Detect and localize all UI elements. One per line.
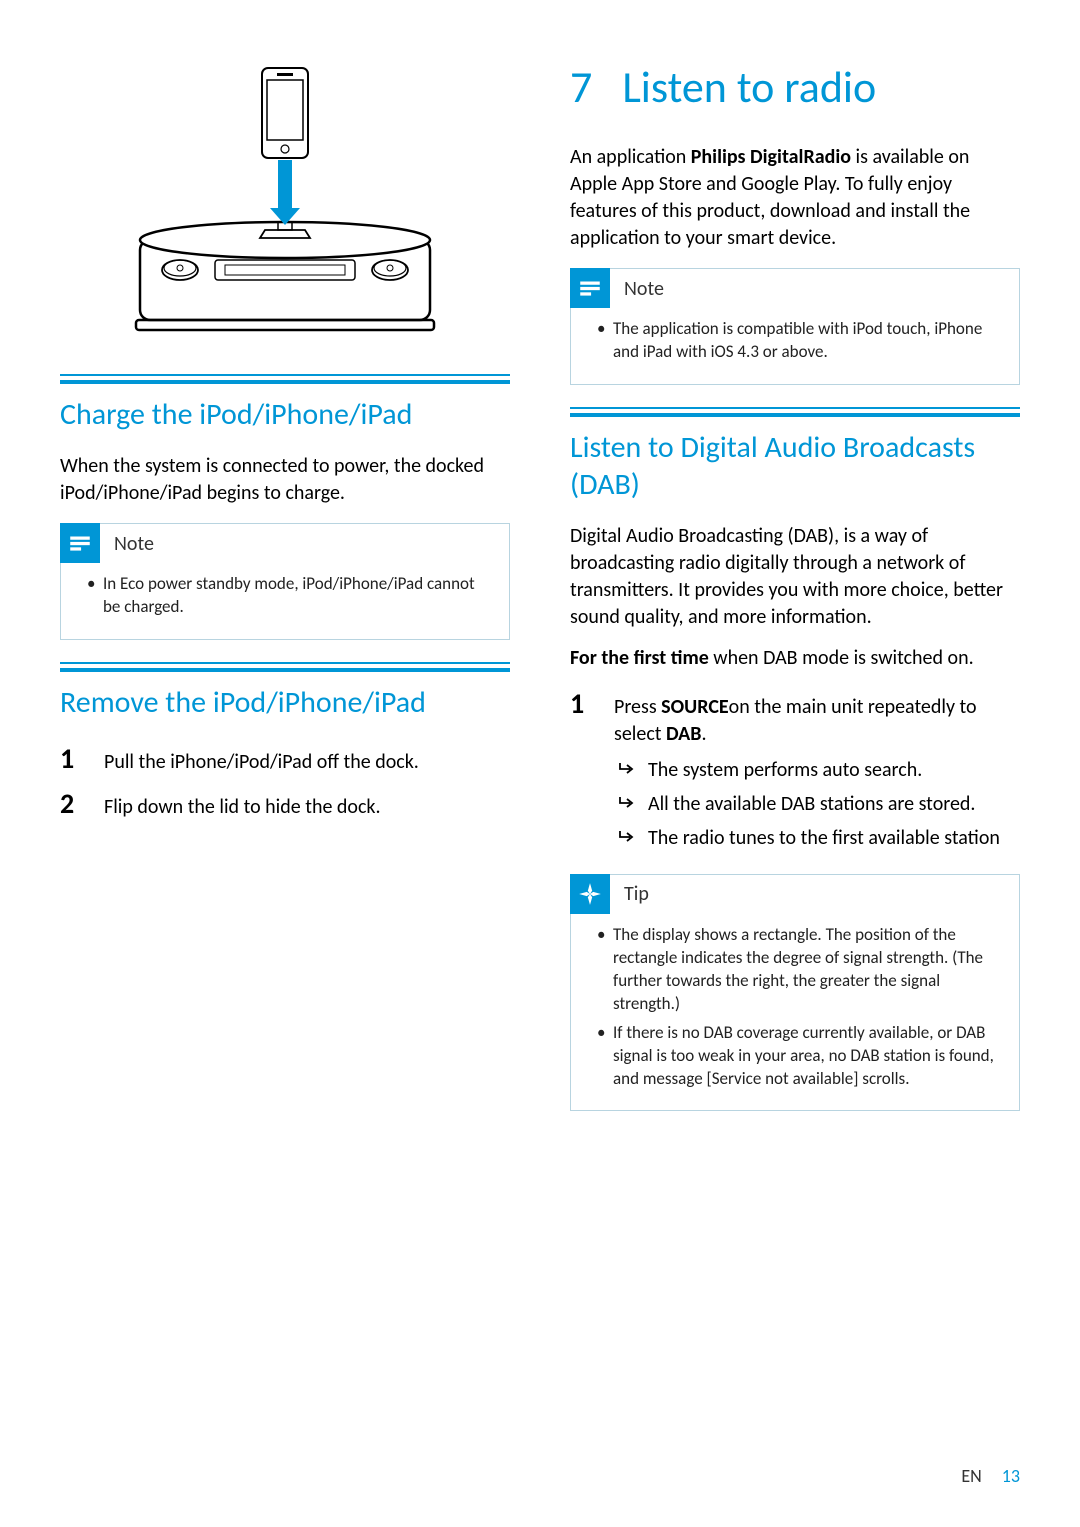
step-number: 1 [570,686,590,721]
chapter-heading: 7 Listen to radio [570,60,1020,114]
list-item: 1 Pull the iPhone/iPod/iPad off the dock… [60,741,510,776]
dock-svg [100,60,470,340]
footer-lang: EN [961,1465,981,1487]
arrow-right-icon [618,762,636,776]
tip-icon [570,874,610,914]
tip-item: The display shows a rectangle. The posit… [597,924,1003,1016]
result-item: All the available DAB stations are store… [614,790,1020,818]
dab-steps-list: 1 Press SOURCEon the main unit repeatedl… [570,686,1020,858]
result-item: The radio tunes to the first available s… [614,824,1020,852]
arrow-right-icon [618,830,636,844]
step-text: Flip down the lid to hide the dock. [104,794,510,821]
note-item: In Eco power standby mode, iPod/iPhone/i… [87,573,493,619]
page-footer: EN 13 [961,1465,1020,1487]
intro-text: An application Philips DigitalRadio is a… [570,144,1020,252]
step-number: 2 [60,786,80,821]
intro-bold: Philips DigitalRadio [691,145,851,169]
tip-box: Tip The display shows a rectangle. The p… [570,874,1020,1112]
note-box-charge: Note In Eco power standby mode, iPod/iPh… [60,523,510,640]
note-box-app: Note The application is compatible with … [570,268,1020,385]
heading-remove: Remove the iPod/iPhone/iPad [60,668,510,721]
list-item: 2 Flip down the lid to hide the dock. [60,786,510,821]
right-column: 7 Listen to radio An application Philips… [570,60,1020,1139]
step-number: 1 [60,741,80,776]
result-item: The system performs auto search. [614,756,1020,784]
note-title: Note [624,277,664,301]
heading-charge: Charge the iPod/iPhone/iPad [60,380,510,433]
note-title: Note [114,532,154,556]
dab-body-text: Digital Audio Broadcasting (DAB), is a w… [570,523,1020,631]
tip-title: Tip [624,882,649,906]
footer-page-number: 13 [1002,1465,1020,1487]
first-time-post: when DAB mode is switched on. [709,646,974,670]
charge-body-text: When the system is connected to power, t… [60,453,510,507]
step-text: Pull the iPhone/iPod/iPad off the dock. [104,749,510,776]
arrow-right-icon [618,796,636,810]
heading-dab: Listen to Digital Audio Broadcasts (DAB) [570,413,1020,503]
tip-item: If there is no DAB coverage currently av… [597,1022,1003,1091]
remove-steps-list: 1 Pull the iPhone/iPod/iPad off the dock… [60,741,510,821]
result-list: The system performs auto search. All the… [614,756,1020,852]
note-item: The application is compatible with iPod … [597,318,1003,364]
step-text: Press SOURCEon the main unit repeatedly … [614,694,1020,858]
chapter-number: 7 [570,60,592,114]
chapter-title: Listen to radio [622,60,876,114]
first-time-text: For the first time when DAB mode is swit… [570,645,1020,672]
dock-illustration [100,60,470,340]
note-icon [570,268,610,308]
note-icon [60,523,100,563]
intro-pre: An application [570,145,691,169]
list-item: 1 Press SOURCEon the main unit repeatedl… [570,686,1020,858]
left-column: Charge the iPod/iPhone/iPad When the sys… [60,60,510,1139]
first-time-bold: For the first time [570,646,709,670]
